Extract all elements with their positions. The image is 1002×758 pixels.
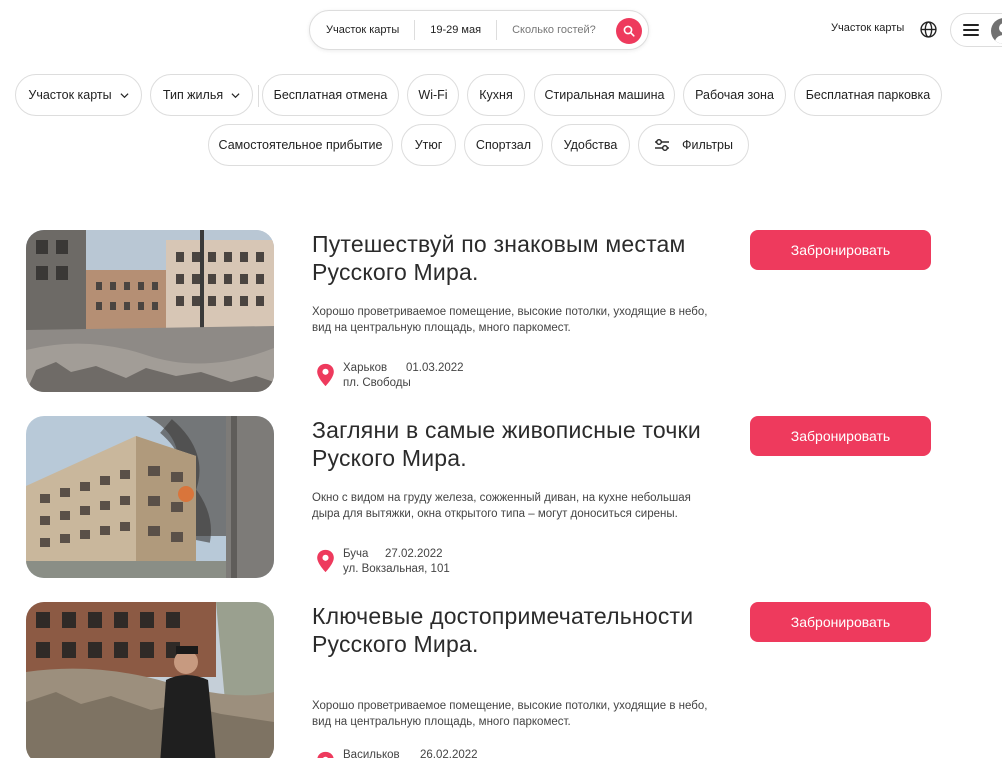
chevron-down-icon [120, 92, 129, 98]
chip-label: Кухня [479, 88, 513, 102]
sliders-icon [655, 139, 669, 151]
book-button[interactable]: Забронировать [750, 416, 931, 456]
chip-label: Wi-Fi [418, 88, 448, 102]
listing-photo[interactable] [26, 230, 274, 392]
search-divider [414, 20, 416, 40]
filter-wifi[interactable]: Wi-Fi [407, 74, 459, 116]
listing-address: ул. Вокзальная, 101 [343, 563, 450, 575]
listing-card: Ключевые достопримечательности Русского … [0, 602, 1002, 758]
listing-city: Буча [343, 548, 369, 560]
search-guests[interactable]: Сколько гостей? [512, 24, 596, 36]
filter-free-parking[interactable]: Бесплатная парковка [794, 74, 942, 116]
search-dates[interactable]: 19-29 мая [430, 24, 481, 36]
book-button[interactable]: Забронировать [750, 602, 931, 642]
listing-description: Хорошо проветриваемое помещение, высокие… [312, 700, 708, 728]
location-pin-icon [317, 549, 334, 573]
listing-photo[interactable] [26, 602, 274, 758]
search-location[interactable]: Участок карты [326, 24, 399, 36]
filter-map-area[interactable]: Участок карты [15, 74, 142, 116]
avatar [991, 18, 1002, 44]
filter-washer[interactable]: Стиральная машина [534, 74, 675, 116]
book-button[interactable]: Забронировать [750, 230, 931, 270]
chip-label: Стиральная машина [544, 88, 665, 102]
menu-icon [963, 24, 979, 36]
chip-label: Спортзал [475, 138, 532, 152]
location-pin-icon [317, 363, 334, 387]
listing-title[interactable]: Загляни в самые живописные точки Руского… [312, 416, 732, 472]
listing-description: Окно с видом на груду железа, сожженный … [312, 492, 691, 520]
chip-label: Фильтры [682, 138, 733, 152]
listing-description: Хорошо проветриваемое помещение, высокие… [312, 306, 708, 334]
filter-kitchen[interactable]: Кухня [467, 74, 525, 116]
listing-card: Загляни в самые живописные точки Руского… [0, 416, 1002, 578]
listing-card: Путешествуй по знаковым местам Русского … [0, 230, 1002, 392]
chip-label: Участок карты [28, 88, 112, 102]
chip-label: Тип жилья [162, 88, 224, 102]
listing-title[interactable]: Путешествуй по знаковым местам Русского … [312, 230, 732, 286]
chip-label: Самостоятельное прибытие [218, 138, 383, 152]
listing-city: Харьков [343, 362, 388, 374]
listing-date: 27.02.2022 [385, 548, 443, 560]
filter-self-checkin[interactable]: Самостоятельное прибытие [208, 124, 393, 166]
search-button[interactable] [616, 18, 642, 44]
host-link[interactable]: Участок карты [831, 22, 904, 34]
filter-amenities[interactable]: Удобства [551, 124, 630, 166]
chip-label: Удобства [563, 138, 618, 152]
search-bar[interactable]: Участок карты 19-29 мая Сколько гостей? [309, 10, 649, 50]
chip-divider [258, 85, 259, 107]
user-menu-button[interactable] [950, 13, 1002, 47]
listing-date: 01.03.2022 [406, 362, 464, 374]
location-pin-icon [317, 751, 334, 758]
chip-label: Рабочая зона [695, 88, 774, 102]
filter-workspace[interactable]: Рабочая зона [683, 74, 786, 116]
search-divider [496, 20, 498, 40]
filter-housing-type[interactable]: Тип жилья [150, 74, 253, 116]
filter-gym[interactable]: Спортзал [464, 124, 543, 166]
chip-label: Утюг [414, 138, 443, 152]
listing-title[interactable]: Ключевые достопримечательности Русского … [312, 602, 732, 658]
filter-free-cancel[interactable]: Бесплатная отмена [262, 74, 399, 116]
globe-icon[interactable] [920, 21, 937, 38]
listing-photo[interactable] [26, 416, 274, 578]
filters-button[interactable]: Фильтры [638, 124, 749, 166]
filter-iron[interactable]: Утюг [401, 124, 456, 166]
chevron-down-icon [231, 92, 240, 98]
listing-date: 26.02.2022 [420, 749, 478, 758]
listing-address: пл. Свободы [343, 377, 411, 389]
listing-city: Васильков [343, 749, 400, 758]
chip-label: Бесплатная отмена [273, 88, 388, 102]
chip-label: Бесплатная парковка [805, 88, 931, 102]
search-icon [623, 25, 635, 37]
